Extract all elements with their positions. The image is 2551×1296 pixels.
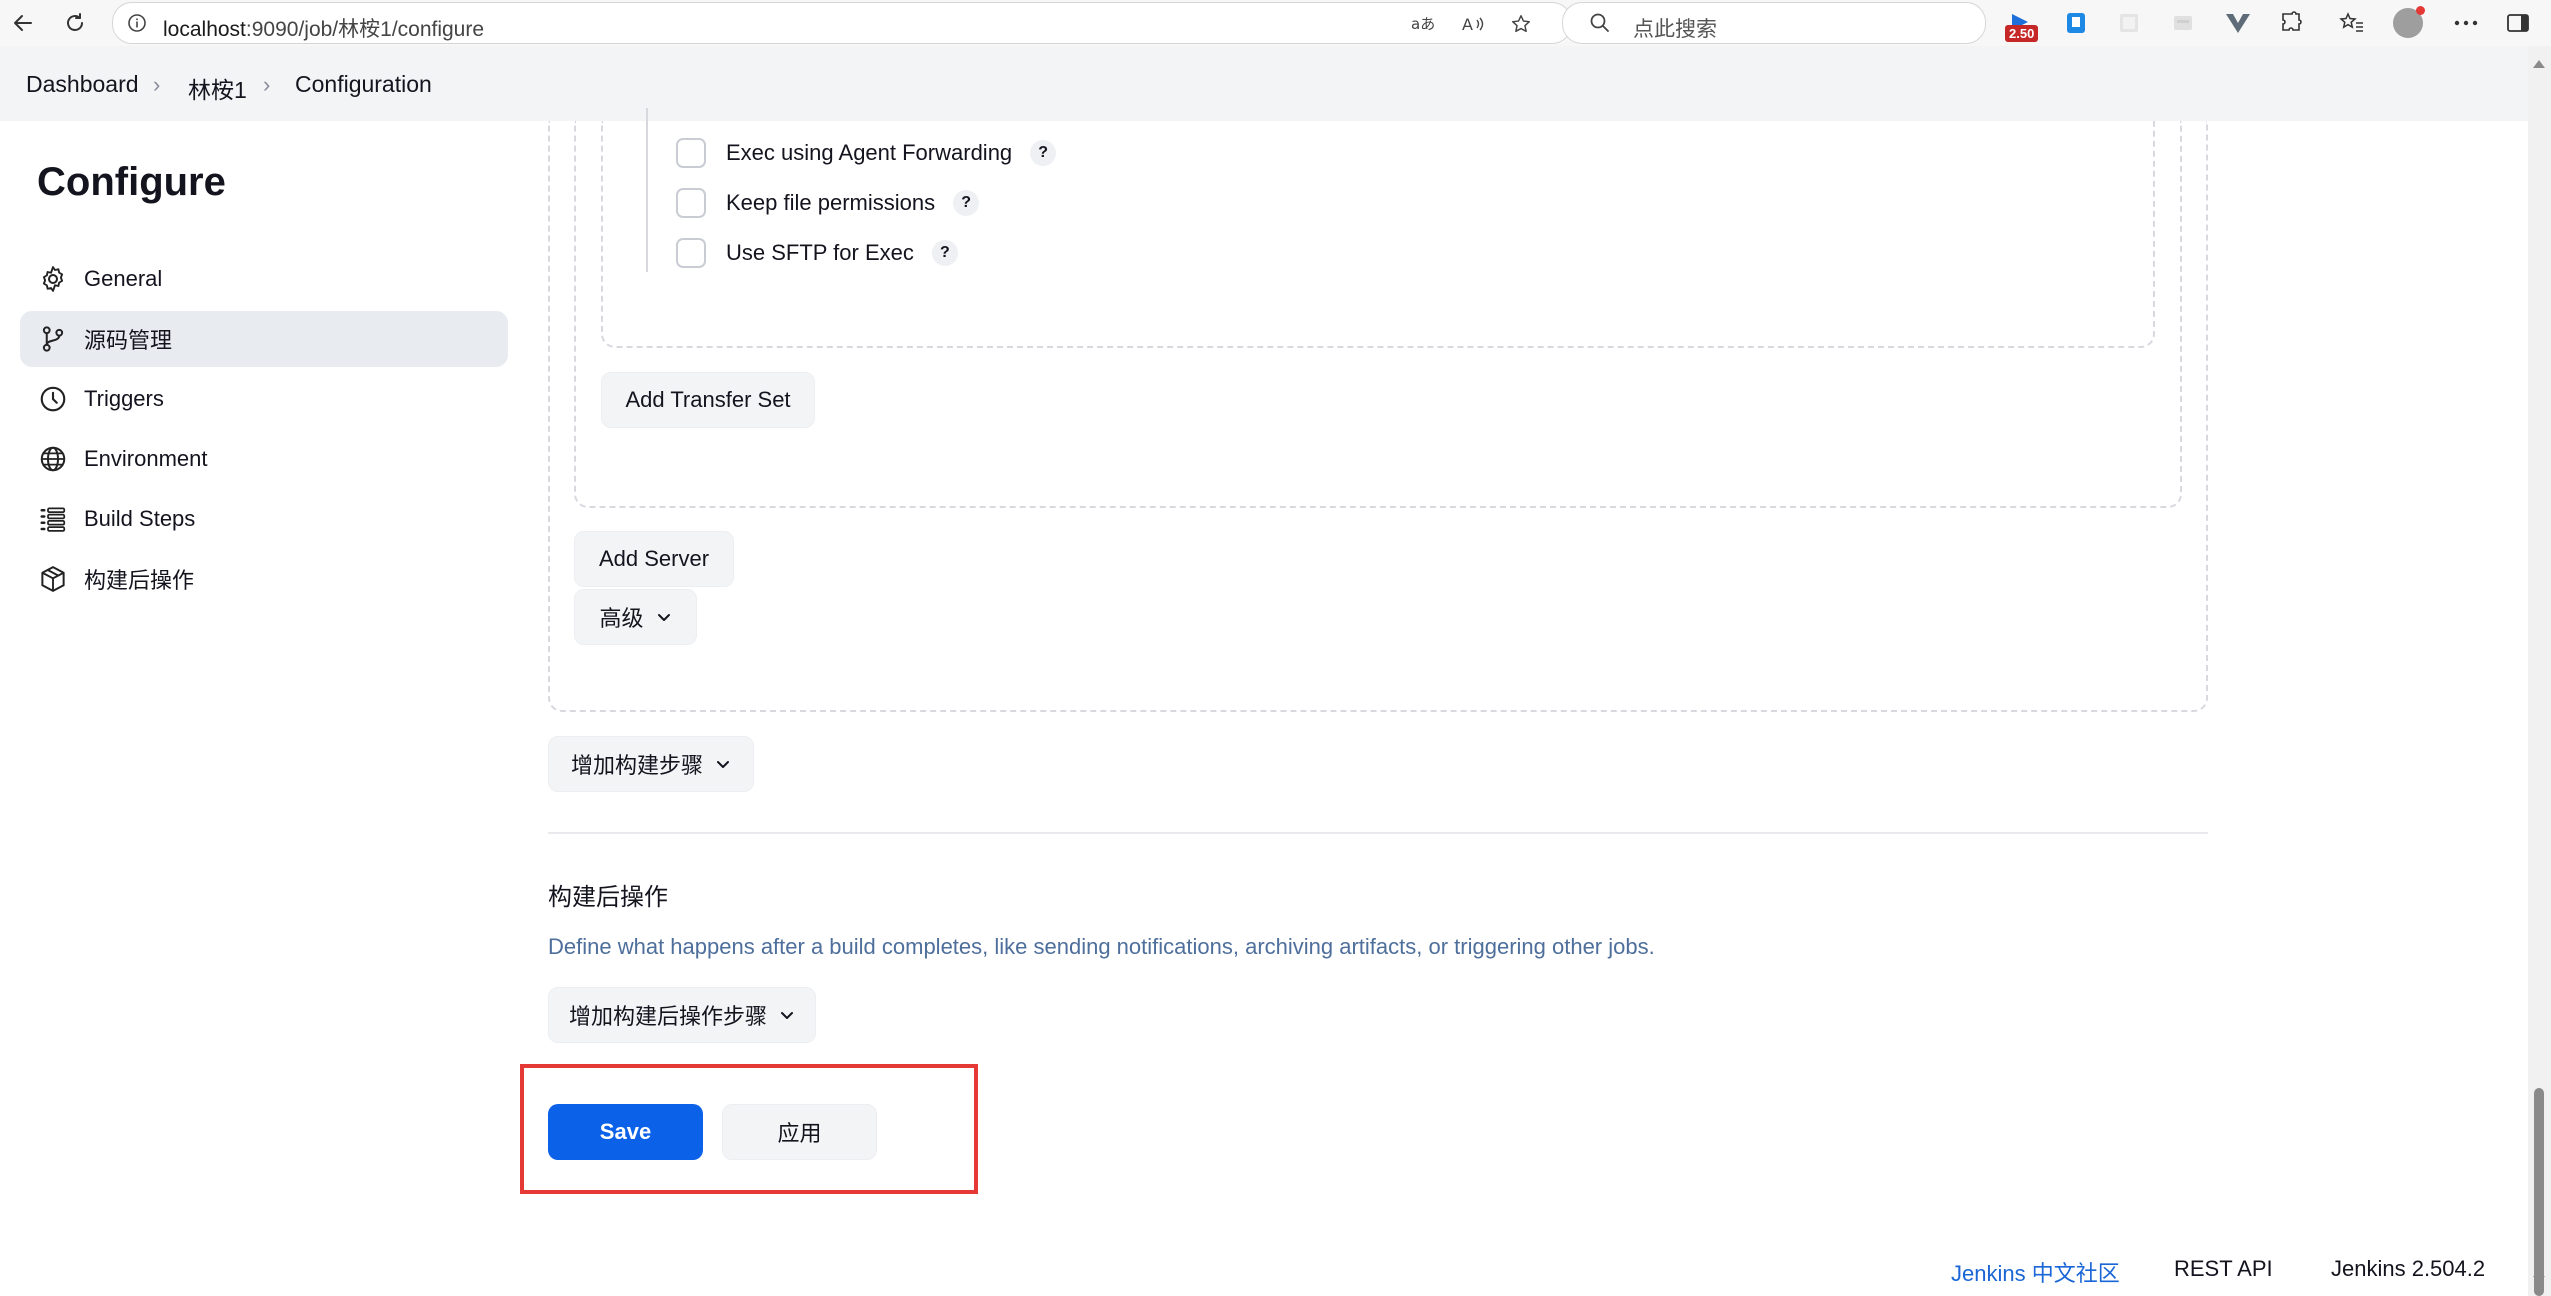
advanced-label: 高级: [599, 606, 644, 631]
add-post-build-step-label: 增加构建后操作步骤: [568, 1004, 767, 1029]
help-icon[interactable]: ?: [953, 190, 980, 216]
git-branch-icon: [36, 322, 70, 356]
search-placeholder: 点此搜索: [1633, 18, 1717, 41]
sidebar-toggle-icon[interactable]: [2502, 7, 2534, 39]
nested-guide-line: [646, 108, 648, 272]
add-post-build-step-button[interactable]: 增加构建后操作步骤: [548, 987, 816, 1043]
post-build-section-title: 构建后操作: [548, 884, 668, 911]
page-scrollbar[interactable]: [2528, 46, 2551, 1296]
sidebar-item-triggers[interactable]: Triggers: [20, 371, 508, 427]
footer-version-link[interactable]: Jenkins 2.504.2: [2331, 1256, 2485, 1282]
svg-text:A: A: [1462, 15, 1473, 34]
notification-dot: [2416, 6, 2425, 15]
reload-icon[interactable]: [58, 6, 92, 40]
breadcrumb-chevron-icon: ›: [263, 72, 271, 97]
keep-permissions-checkbox[interactable]: [676, 188, 706, 218]
sftp-exec-checkbox[interactable]: [676, 238, 706, 268]
clock-icon: [36, 382, 70, 416]
site-info-icon[interactable]: [127, 13, 147, 38]
sidebar-item-label: 构建后操作: [84, 568, 195, 593]
sidebar-item-label: 源码管理: [84, 328, 173, 353]
search-icon: [1589, 12, 1611, 39]
highlight-annotation-box: [520, 1064, 978, 1194]
sidebar-item-build-steps[interactable]: Build Steps: [20, 491, 508, 547]
help-icon[interactable]: ?: [931, 240, 958, 266]
extension-bookmark-icon[interactable]: [2060, 7, 2092, 39]
globe-icon: [36, 442, 70, 476]
chevron-down-icon: [779, 1007, 795, 1023]
translate-icon[interactable]: aあ: [1409, 10, 1437, 38]
advanced-dropdown-button[interactable]: 高级: [574, 589, 697, 645]
post-build-description: Define what happens after a build comple…: [548, 934, 1655, 959]
breadcrumb-job[interactable]: 林桉1: [188, 71, 247, 105]
footer-rest-api-link[interactable]: REST API: [2174, 1256, 2273, 1282]
add-build-step-button[interactable]: 增加构建步骤: [548, 736, 754, 792]
read-aloud-icon[interactable]: A: [1459, 10, 1487, 38]
sidebar-item-label: Build Steps: [84, 506, 196, 531]
chevron-down-icon: [715, 756, 731, 772]
agent-forwarding-checkbox[interactable]: [676, 138, 706, 168]
sidebar-item-source-code[interactable]: 源码管理: [20, 311, 508, 367]
url-text: localhost:9090/job/林桉1/configure: [163, 18, 485, 41]
breadcrumb-configuration[interactable]: Configuration: [295, 71, 432, 98]
checkbox-row-sftp-exec: Use SFTP for Exec ?: [676, 235, 958, 271]
add-server-button[interactable]: Add Server: [574, 531, 734, 587]
sidebar-item-label: General: [84, 266, 163, 291]
page-title: Configure: [37, 160, 226, 204]
chevron-down-icon: [656, 609, 672, 625]
sidebar-item-general[interactable]: General: [20, 251, 508, 307]
favorites-list-icon[interactable]: [2336, 7, 2368, 39]
checkbox-row-keep-permissions: Keep file permissions ?: [676, 185, 980, 221]
scroll-down-arrow-icon[interactable]: [2533, 1276, 2545, 1284]
gear-icon: [36, 262, 70, 296]
checkbox-label: Use SFTP for Exec: [726, 240, 914, 265]
list-icon: [36, 502, 70, 536]
extension-grid-icon[interactable]: [2113, 7, 2145, 39]
extension-vue-icon[interactable]: [2222, 7, 2254, 39]
sidebar-item-label: Triggers: [84, 386, 164, 411]
add-build-step-label: 增加构建步骤: [570, 753, 703, 778]
more-menu-icon[interactable]: [2450, 7, 2482, 39]
sidebar-item-label: Environment: [84, 446, 208, 471]
address-bar[interactable]: localhost:9090/job/林桉1/configure aあ A: [112, 2, 1572, 44]
favorite-star-icon[interactable]: [1507, 10, 1535, 38]
footer-community-link[interactable]: Jenkins 中文社区: [1951, 1256, 2120, 1288]
checkbox-row-agent-forwarding: Exec using Agent Forwarding ?: [676, 135, 1057, 171]
section-divider: [548, 832, 2208, 834]
checkbox-label: Keep file permissions: [726, 190, 936, 215]
extension-card-icon[interactable]: [2167, 7, 2199, 39]
browser-search-box[interactable]: 点此搜索: [1562, 2, 1986, 44]
extensions-puzzle-icon[interactable]: [2276, 7, 2308, 39]
help-icon[interactable]: ?: [1030, 140, 1057, 166]
breadcrumb: Dashboard › 林桉1 › Configuration: [0, 46, 2528, 121]
scroll-up-arrow-icon[interactable]: [2533, 60, 2545, 68]
checkbox-label: Exec using Agent Forwarding: [726, 140, 1013, 165]
breadcrumb-dashboard[interactable]: Dashboard: [26, 71, 139, 98]
breadcrumb-chevron-icon: ›: [153, 72, 161, 97]
svg-text:aあ: aあ: [1411, 15, 1435, 33]
sidebar-item-post-build[interactable]: 构建后操作: [20, 551, 508, 607]
extension-badge: 2.50: [2005, 25, 2039, 42]
browser-toolbar: localhost:9090/job/林桉1/configure aあ A 点此…: [0, 0, 2551, 47]
scrollbar-thumb[interactable]: [2534, 1088, 2544, 1296]
package-icon: [36, 562, 70, 596]
sidebar-item-environment[interactable]: Environment: [20, 431, 508, 487]
back-arrow-icon[interactable]: [6, 6, 40, 40]
add-transfer-set-button[interactable]: Add Transfer Set: [601, 372, 815, 428]
